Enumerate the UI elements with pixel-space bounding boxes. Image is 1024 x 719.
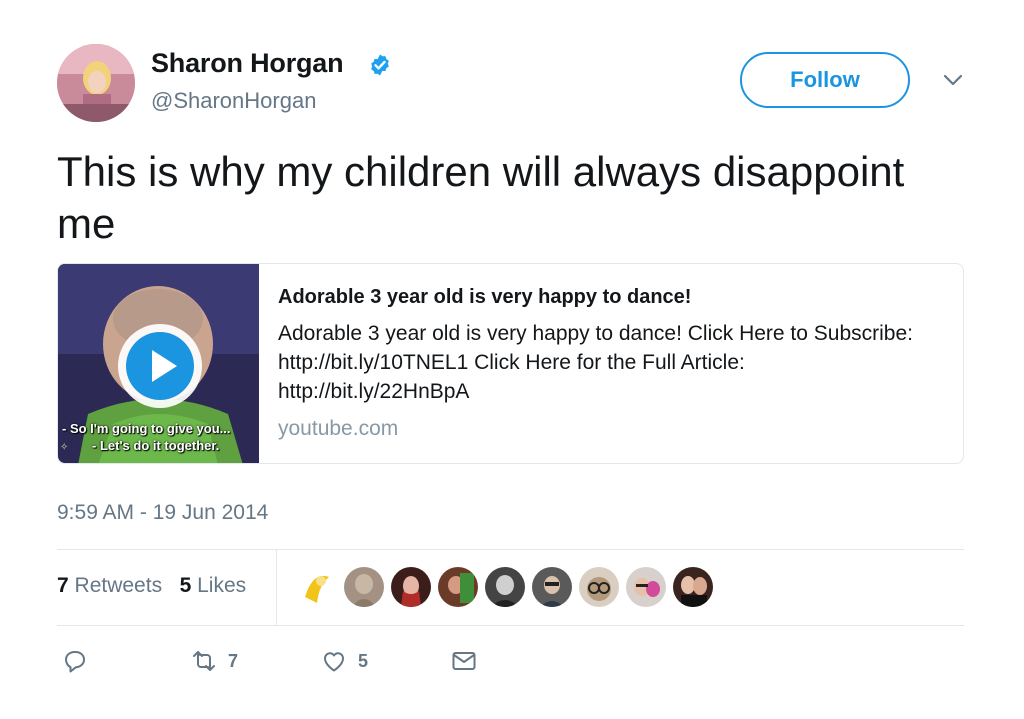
media-domain: youtube.com bbox=[278, 417, 399, 440]
divider-vertical bbox=[276, 549, 277, 625]
media-card[interactable]: ✧ - So I'm going to give you... - Let's … bbox=[57, 263, 964, 464]
liker-avatar[interactable] bbox=[532, 567, 572, 607]
video-subtitle-line2: - Let's do it together. bbox=[92, 438, 220, 453]
follow-button[interactable]: Follow bbox=[740, 52, 910, 108]
reply-icon bbox=[65, 651, 85, 673]
retweet-action[interactable]: 7 bbox=[190, 647, 238, 675]
subtitle-mark-icon: ✧ bbox=[60, 442, 69, 453]
tweet-timestamp[interactable]: 9:59 AM - 19 Jun 2014 bbox=[57, 501, 268, 525]
user-name[interactable]: Sharon Horgan bbox=[151, 48, 344, 79]
video-subtitle-line1: - So I'm going to give you... bbox=[62, 421, 231, 436]
heart-icon bbox=[324, 652, 344, 672]
divider bbox=[57, 625, 964, 626]
liker-avatar[interactable] bbox=[391, 567, 431, 607]
retweets-label[interactable]: Retweets bbox=[75, 574, 163, 597]
avatar[interactable] bbox=[57, 44, 135, 122]
envelope-icon bbox=[452, 652, 476, 670]
verified-badge-icon bbox=[371, 54, 389, 76]
chevron-down-icon[interactable] bbox=[940, 70, 966, 90]
user-handle[interactable]: @SharonHorgan bbox=[151, 88, 316, 114]
likes-label[interactable]: Likes bbox=[197, 574, 246, 597]
retweet-icon bbox=[193, 651, 215, 671]
likes-count[interactable]: 5 bbox=[180, 574, 192, 597]
liker-avatar[interactable] bbox=[297, 567, 337, 607]
liker-avatar[interactable] bbox=[344, 567, 384, 607]
liker-avatar[interactable] bbox=[673, 567, 713, 607]
avatar-image bbox=[57, 44, 135, 122]
media-title: Adorable 3 year old is very happy to dan… bbox=[278, 286, 692, 308]
liker-avatar[interactable] bbox=[626, 567, 666, 607]
tweet-card: Sharon Horgan @SharonHorgan Follow This … bbox=[0, 0, 1024, 719]
like-action[interactable]: 5 bbox=[320, 647, 368, 675]
video-thumbnail[interactable]: ✧ - So I'm going to give you... - Let's … bbox=[58, 264, 259, 463]
liker-avatar[interactable] bbox=[438, 567, 478, 607]
liker-avatar[interactable] bbox=[579, 567, 619, 607]
media-description: Adorable 3 year old is very happy to dan… bbox=[278, 322, 913, 403]
liker-avatar[interactable] bbox=[485, 567, 525, 607]
divider bbox=[57, 549, 964, 550]
tweet-stats: 7 Retweets 5 Likes bbox=[57, 574, 246, 598]
tweet-text: This is why my children will always disa… bbox=[57, 148, 905, 247]
retweets-count[interactable]: 7 bbox=[57, 574, 69, 597]
reply-action[interactable] bbox=[61, 647, 89, 675]
direct-message-action[interactable] bbox=[450, 647, 478, 675]
play-icon[interactable] bbox=[115, 321, 205, 411]
like-count: 5 bbox=[358, 650, 369, 671]
retweet-count: 7 bbox=[228, 650, 239, 671]
